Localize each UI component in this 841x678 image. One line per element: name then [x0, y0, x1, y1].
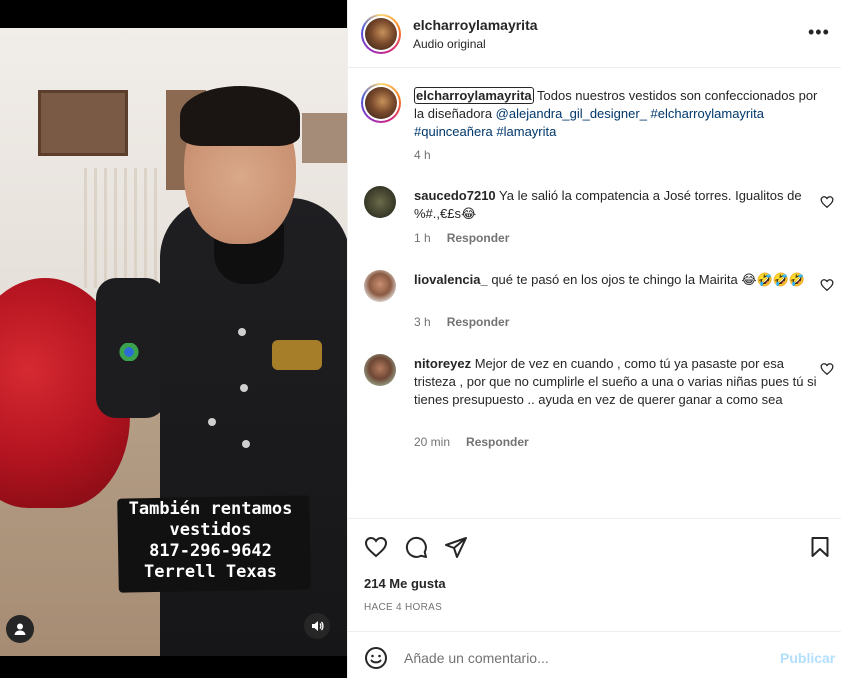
comment-input[interactable] [404, 646, 764, 670]
user-icon [14, 623, 26, 635]
caption-line: También rentamos [128, 499, 293, 519]
shirt-snap [240, 384, 248, 392]
commenter-avatar[interactable] [364, 186, 396, 218]
comment-meta: 1 h Responder [414, 231, 525, 245]
speaker-icon [312, 621, 324, 631]
post-header: elcharroylamayrita Audio original ••• [348, 0, 841, 68]
comment-meta: 3 h Responder [414, 315, 525, 329]
comment-body: qué te pasó en los ojos te chingo la Mai… [487, 272, 806, 287]
caption-time: 4 h [414, 148, 447, 162]
wall-painting [38, 90, 128, 156]
comment-composer: Publicar [348, 631, 841, 678]
video-caption: También rentamos vestidos 817-296-9642 T… [118, 499, 303, 583]
caption-mention[interactable]: @alejandra_gil_designer_ [496, 106, 647, 121]
chairs [84, 168, 164, 288]
shirt-snap [208, 418, 216, 426]
tagged-users-button[interactable] [6, 615, 34, 643]
comment-time: 20 min [414, 435, 451, 449]
post-actions: 214 Me gusta HACE 4 HORAS [348, 518, 841, 630]
comment-text: saucedo7210 Ya le salió la compatencia a… [414, 187, 819, 223]
comment-username[interactable]: saucedo7210 [414, 188, 496, 203]
comment-body: Mejor de vez en cuando , como tú ya pasa… [414, 356, 817, 407]
author-avatar[interactable] [361, 14, 401, 54]
commenter-avatar[interactable] [364, 354, 396, 386]
reply-button[interactable]: Responder [447, 231, 510, 245]
post-video[interactable]: También rentamos vestidos 817-296-9642 T… [0, 0, 347, 678]
caption-avatar[interactable] [361, 83, 401, 123]
caption-username[interactable]: elcharroylamayrita [414, 87, 534, 104]
comment-like-heart-icon[interactable] [820, 195, 834, 209]
post-time[interactable]: HACE 4 HORAS [364, 602, 442, 613]
comments-section: elcharroylamayrita Todos nuestros vestid… [348, 69, 841, 517]
sound-toggle-button[interactable] [304, 613, 330, 639]
post-caption: elcharroylamayrita Todos nuestros vestid… [414, 87, 819, 141]
shirt-snap [242, 440, 250, 448]
comment-text: liovalencia_ qué te pasó en los ojos te … [414, 271, 819, 289]
heart-icon[interactable] [364, 535, 388, 559]
comment-username[interactable]: liovalencia_ [414, 272, 488, 287]
reply-button[interactable]: Responder [447, 315, 510, 329]
emoji-icon[interactable] [364, 646, 388, 670]
comment-icon[interactable] [404, 535, 428, 559]
likes-count[interactable]: 214 Me gusta [364, 576, 446, 591]
comment-like-heart-icon[interactable] [820, 278, 834, 292]
comment-time: 1 h [414, 231, 431, 245]
caption-line: 817-296-9642 [149, 541, 272, 561]
embroidered-flower [116, 343, 142, 361]
comment-time: 3 h [414, 315, 431, 329]
caption-line: Terrell Texas [143, 562, 278, 582]
save-icon[interactable] [808, 535, 832, 559]
commenter-avatar[interactable] [364, 270, 396, 302]
wall-painting [302, 113, 347, 163]
comment-like-heart-icon[interactable] [820, 362, 834, 376]
author-username[interactable]: elcharroylamayrita [413, 17, 538, 33]
more-horizontal-icon[interactable]: ••• [808, 22, 830, 42]
caption-timestamp: 4 h [414, 148, 431, 162]
audio-label[interactable]: Audio original [413, 37, 486, 51]
post-panel: elcharroylamayrita Audio original ••• el… [347, 0, 841, 678]
publish-button[interactable]: Publicar [780, 650, 835, 666]
person-hair [180, 86, 300, 146]
shirt-logo [272, 340, 322, 370]
comment-meta: 20 min Responder [414, 435, 545, 449]
share-icon[interactable] [444, 535, 468, 559]
comment-text: nitoreyez Mejor de vez en cuando , como … [414, 355, 819, 409]
reply-button[interactable]: Responder [466, 435, 529, 449]
comment-username[interactable]: nitoreyez [414, 356, 471, 371]
shirt-snap [238, 328, 246, 336]
caption-line: vestidos [169, 520, 252, 540]
